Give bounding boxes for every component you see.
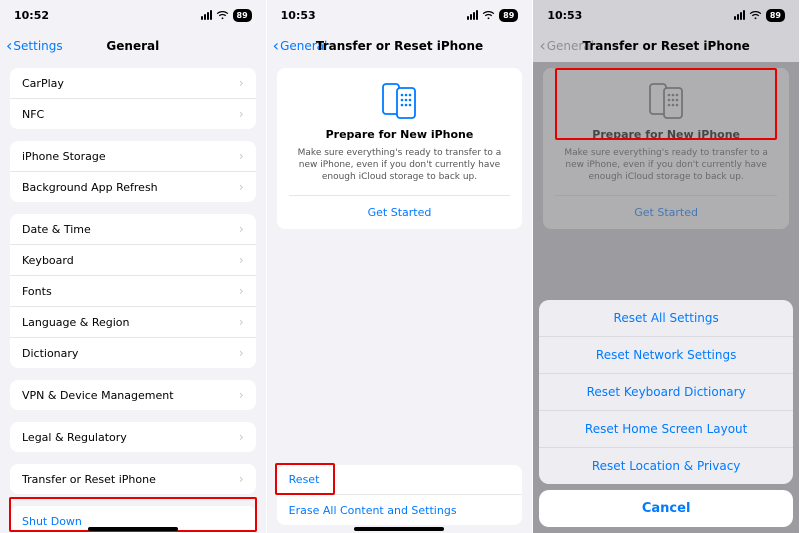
screen-general-settings: 10:52 89 ‹Settings General CarPlay›NFC› … bbox=[0, 0, 267, 533]
status-time: 10:53 bbox=[547, 9, 582, 22]
settings-group: iPhone Storage › Background App Refresh › bbox=[10, 141, 256, 202]
settings-row[interactable]: VPN & Device Management › bbox=[10, 380, 256, 410]
back-button[interactable]: ‹Settings bbox=[6, 38, 63, 54]
chevron-right-icon: › bbox=[239, 180, 244, 194]
home-indicator[interactable] bbox=[88, 527, 178, 531]
chevron-left-icon: ‹ bbox=[6, 38, 12, 54]
settings-row[interactable]: Keyboard › bbox=[10, 245, 256, 276]
row-label: Background App Refresh bbox=[22, 181, 158, 194]
chevron-right-icon: › bbox=[239, 315, 244, 329]
nav-bar: ‹General Transfer or Reset iPhone bbox=[533, 30, 799, 62]
settings-row[interactable]: Dictionary › bbox=[10, 338, 256, 368]
wifi-icon bbox=[749, 10, 762, 20]
settings-group: Date & Time›Keyboard›Fonts›Language & Re… bbox=[10, 214, 256, 368]
row-label: Keyboard bbox=[22, 254, 74, 267]
chevron-right-icon: › bbox=[239, 284, 244, 298]
card-description: Make sure everything's ready to transfer… bbox=[289, 147, 511, 183]
row-label: NFC bbox=[22, 108, 44, 121]
modal-overlay[interactable]: Reset All SettingsReset Network Settings… bbox=[533, 62, 799, 533]
chevron-left-icon: ‹ bbox=[539, 38, 545, 54]
chevron-right-icon: › bbox=[239, 346, 244, 360]
signal-icon bbox=[201, 10, 212, 20]
screen-transfer-reset: 10:53 89 ‹General Transfer or Reset iPho… bbox=[267, 0, 534, 533]
row-label: Dictionary bbox=[22, 347, 78, 360]
home-indicator[interactable] bbox=[354, 527, 444, 531]
back-button: ‹General bbox=[539, 38, 594, 54]
sheet-option[interactable]: Reset Home Screen Layout bbox=[539, 411, 793, 448]
chevron-right-icon: › bbox=[239, 222, 244, 236]
get-started-button[interactable]: Get Started bbox=[289, 195, 511, 229]
battery-icon: 89 bbox=[499, 9, 518, 22]
prepare-card: Prepare for New iPhone Make sure everyth… bbox=[277, 68, 523, 229]
settings-row[interactable]: Fonts › bbox=[10, 276, 256, 307]
settings-row[interactable]: Transfer or Reset iPhone › bbox=[10, 464, 256, 494]
settings-row[interactable]: CarPlay › bbox=[10, 68, 256, 99]
chevron-right-icon: › bbox=[239, 149, 244, 163]
row-label: Transfer or Reset iPhone bbox=[22, 473, 156, 486]
action-sheet: Reset All SettingsReset Network Settings… bbox=[539, 300, 793, 484]
settings-row[interactable]: iPhone Storage › bbox=[10, 141, 256, 172]
nav-bar: ‹General Transfer or Reset iPhone bbox=[267, 30, 533, 62]
settings-group: VPN & Device Management › bbox=[10, 380, 256, 410]
row-label: VPN & Device Management bbox=[22, 389, 174, 402]
chevron-right-icon: › bbox=[239, 107, 244, 121]
signal-icon bbox=[467, 10, 478, 20]
row-label: Fonts bbox=[22, 285, 52, 298]
chevron-left-icon: ‹ bbox=[273, 38, 279, 54]
settings-row[interactable]: Legal & Regulatory › bbox=[10, 422, 256, 452]
back-button[interactable]: ‹General bbox=[273, 38, 328, 54]
chevron-right-icon: › bbox=[239, 472, 244, 486]
card-heading: Prepare for New iPhone bbox=[289, 128, 511, 141]
chevron-right-icon: › bbox=[239, 253, 244, 267]
status-bar: 10:53 89 bbox=[267, 0, 533, 30]
chevron-right-icon: › bbox=[239, 430, 244, 444]
erase-all-row[interactable]: Erase All Content and Settings bbox=[277, 495, 523, 525]
status-time: 10:53 bbox=[281, 9, 316, 22]
sheet-option[interactable]: Reset Location & Privacy bbox=[539, 448, 793, 484]
settings-group: CarPlay › NFC › bbox=[10, 68, 256, 129]
two-phones-icon bbox=[377, 82, 421, 120]
row-label: Legal & Regulatory bbox=[22, 431, 127, 444]
sheet-option[interactable]: Reset Keyboard Dictionary bbox=[539, 374, 793, 411]
settings-group: Transfer or Reset iPhone › bbox=[10, 464, 256, 494]
row-label: Language & Region bbox=[22, 316, 130, 329]
battery-icon: 89 bbox=[233, 9, 252, 22]
status-time: 10:52 bbox=[14, 9, 49, 22]
status-bar: 10:52 89 bbox=[0, 0, 266, 30]
chevron-right-icon: › bbox=[239, 388, 244, 402]
wifi-icon bbox=[216, 10, 229, 20]
screen-reset-actionsheet: 10:53 89 ‹General Transfer or Reset iPho… bbox=[533, 0, 800, 533]
row-label: CarPlay bbox=[22, 77, 64, 90]
settings-row[interactable]: Date & Time › bbox=[10, 214, 256, 245]
row-label: iPhone Storage bbox=[22, 150, 106, 163]
chevron-right-icon: › bbox=[239, 76, 244, 90]
sheet-option[interactable]: Reset Network Settings bbox=[539, 337, 793, 374]
wifi-icon bbox=[482, 10, 495, 20]
settings-group: Legal & Regulatory › bbox=[10, 422, 256, 452]
settings-row[interactable]: NFC › bbox=[10, 99, 256, 129]
nav-bar: ‹Settings General bbox=[0, 30, 266, 62]
highlight-box bbox=[555, 68, 777, 140]
battery-icon: 89 bbox=[766, 9, 785, 22]
reset-row[interactable]: Reset bbox=[277, 465, 523, 495]
signal-icon bbox=[734, 10, 745, 20]
row-label: Date & Time bbox=[22, 223, 91, 236]
sheet-option[interactable]: Reset All Settings bbox=[539, 300, 793, 337]
cancel-button[interactable]: Cancel bbox=[539, 490, 793, 527]
settings-row[interactable]: Background App Refresh › bbox=[10, 172, 256, 202]
settings-row[interactable]: Language & Region › bbox=[10, 307, 256, 338]
status-bar: 10:53 89 bbox=[533, 0, 799, 30]
